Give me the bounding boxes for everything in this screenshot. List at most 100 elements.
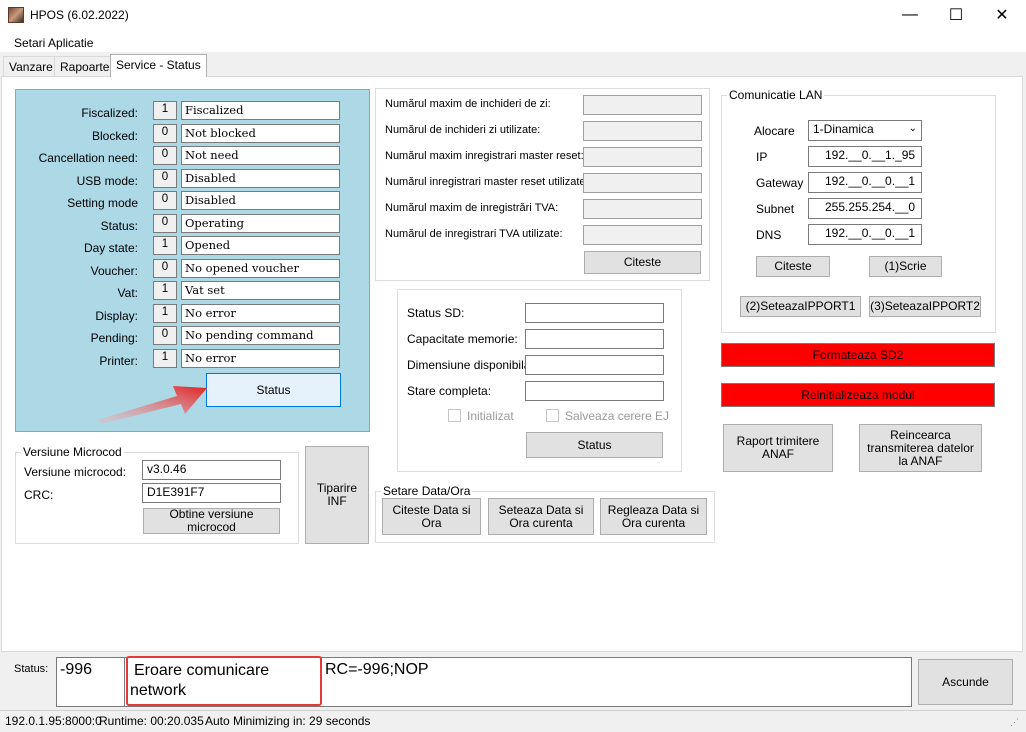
alocare-value: 1-Dinamica [813, 122, 874, 136]
status-row-value: Not blocked [181, 123, 340, 143]
red-arrow-icon [97, 386, 207, 424]
status-row-label: Setting mode [67, 196, 138, 210]
status-row-label: Blocked: [91, 128, 138, 143]
ip-field[interactable]: 192.__0.__1._95 [808, 146, 922, 167]
status-row-code: 1 [153, 281, 177, 300]
status-row-code: 1 [153, 303, 177, 323]
microcod-version-field[interactable]: v3.0.46 [142, 460, 281, 480]
gateway-label: Gateway [756, 176, 804, 190]
sd-row-field[interactable] [525, 355, 664, 375]
sd-row-field[interactable] [525, 381, 664, 401]
subnet-label: Subnet [756, 202, 795, 216]
obtine-versiune-button[interactable]: Obtine versiune microcod [143, 508, 280, 534]
counter-row-label: Numărul inregistrari master reset utiliz… [385, 176, 589, 188]
status-row-value: Opened [181, 236, 340, 255]
status-row-code: 0 [153, 213, 177, 233]
reinitializeaza-modul-button[interactable]: Reinitializeaza modul [721, 383, 995, 407]
chevron-down-icon: ⌄ [908, 123, 917, 134]
ip-label: IP [756, 150, 768, 164]
salveaza-cerere-checkbox[interactable] [546, 409, 559, 422]
counter-row-field [583, 225, 702, 245]
sd-status-button[interactable]: Status [526, 432, 663, 458]
status-code: -996 [60, 661, 93, 678]
sd-row-label: Dimensiune disponibila: [407, 358, 534, 372]
status-message: Eroare comunicare network [130, 662, 270, 699]
close-icon[interactable]: ✕ [979, 0, 1025, 30]
counter-row-field [583, 95, 702, 115]
status-row-value: No error [181, 348, 340, 368]
tab-rapoarte[interactable]: Rapoarte [54, 56, 116, 76]
seteaza-data-ora-button[interactable]: Seteaza Data si Ora curenta [488, 498, 594, 535]
sd-row-field[interactable] [525, 329, 664, 349]
status-row-label: Fiscalized: [81, 106, 138, 120]
status-row-code: 0 [153, 258, 177, 278]
seteaza-ipport1-button[interactable]: (2)SeteazaIPPORT1 [740, 296, 861, 317]
status-row-label: Status: [100, 218, 138, 233]
gateway-field[interactable]: 192.__0.__0.__1 [808, 172, 922, 193]
status-row-code: 0 [153, 168, 177, 188]
counters-citeste-button[interactable]: Citeste [584, 251, 701, 274]
sd-row-label: Status SD: [407, 306, 465, 320]
status-row-label: Pending: [90, 331, 138, 345]
status-row-label: Display: [95, 308, 138, 323]
lan-citeste-button[interactable]: Citeste [756, 256, 830, 277]
status-row-value: Disabled [181, 168, 340, 188]
ascunde-button[interactable]: Ascunde [918, 659, 1013, 705]
status-row-code: 1 [153, 101, 177, 120]
citeste-data-ora-button[interactable]: Citeste Data si Ora [382, 498, 481, 535]
status-row-value: Vat set [181, 281, 340, 300]
menu-setari-aplicatie[interactable]: Setari Aplicatie [14, 36, 93, 50]
crc-field[interactable]: D1E391F7 [142, 483, 281, 503]
status-row-value: Disabled [181, 191, 340, 210]
counter-row-field [583, 121, 702, 141]
status-row-code: 1 [153, 348, 177, 368]
status-row-label: Printer: [99, 353, 138, 368]
raport-trimitere-anaf-button[interactable]: Raport trimitere ANAF [723, 424, 833, 472]
minimize-icon[interactable]: — [887, 0, 933, 30]
alocare-select[interactable]: 1-Dinamica ⌄ [808, 120, 922, 141]
status-row-value: No opened voucher [181, 258, 340, 278]
counter-row-label: Numărul maxim inregistrari master reset: [385, 150, 584, 162]
status-row-label: Vat: [117, 286, 138, 300]
sd-row-label: Capacitate memorie: [407, 332, 518, 346]
resize-grip-icon[interactable]: ⋰ [1010, 717, 1019, 728]
lan-group-title: Comunicatie LAN [727, 88, 825, 102]
formateaza-sd2-button[interactable]: Formateaza SD2 [721, 343, 995, 367]
alocare-label: Alocare [754, 124, 795, 138]
tab-service-status[interactable]: Service - Status [110, 54, 207, 77]
status-row-label: Voucher: [90, 263, 138, 278]
dns-label: DNS [756, 228, 782, 242]
address-text: 192.0.1.95:8000:0 [5, 714, 102, 728]
dns-field[interactable]: 192.__0.__0.__1 [808, 224, 922, 245]
initializat-checkbox[interactable] [448, 409, 461, 422]
status-row-label: Cancellation need: [38, 151, 138, 165]
status-row-code: 0 [153, 326, 177, 345]
title-bar [0, 0, 1026, 30]
reincearca-transmiterea-button[interactable]: Reincearca transmiterea datelor la ANAF [859, 424, 982, 472]
status-button[interactable]: Status [206, 373, 341, 407]
status-row-value: Not need [181, 146, 340, 165]
counter-row-label: Numărul de inregistrari TVA utilizate: [385, 228, 563, 240]
tiparire-inf-button[interactable]: Tiparire INF [305, 446, 369, 544]
sd-row-label: Stare completa: [407, 384, 492, 398]
status-row-code: 0 [153, 191, 177, 210]
status-row-value: Operating [181, 213, 340, 233]
crc-label: CRC: [24, 488, 54, 502]
maximize-icon[interactable]: ☐ [933, 0, 979, 30]
lan-scrie-button[interactable]: (1)Scrie [869, 256, 942, 277]
status-divider [124, 657, 125, 707]
counter-row-field [583, 173, 702, 193]
statusbar-label: Status: [14, 663, 49, 675]
regleaza-data-ora-button[interactable]: Regleaza Data si Ora curenta [600, 498, 707, 535]
window-title: HPOS (6.02.2022) [30, 8, 129, 22]
menu-bar [0, 30, 1026, 52]
counter-row-label: Numărul de inchideri zi utilizate: [385, 124, 541, 136]
sd-row-field[interactable] [525, 303, 664, 323]
seteaza-ipport2-button[interactable]: (3)SeteazaIPPORT2 [869, 296, 981, 317]
status-row-label: Day state: [83, 241, 138, 255]
counter-row-label: Numărul maxim de inchideri de zi: [385, 98, 551, 110]
subnet-field[interactable]: 255.255.254.__0 [808, 198, 922, 219]
auto-minimize-text: Auto Minimizing in: 29 seconds [205, 714, 371, 728]
tab-vanzare[interactable]: Vanzare [3, 56, 59, 76]
initializat-label: Initializat [467, 409, 514, 423]
